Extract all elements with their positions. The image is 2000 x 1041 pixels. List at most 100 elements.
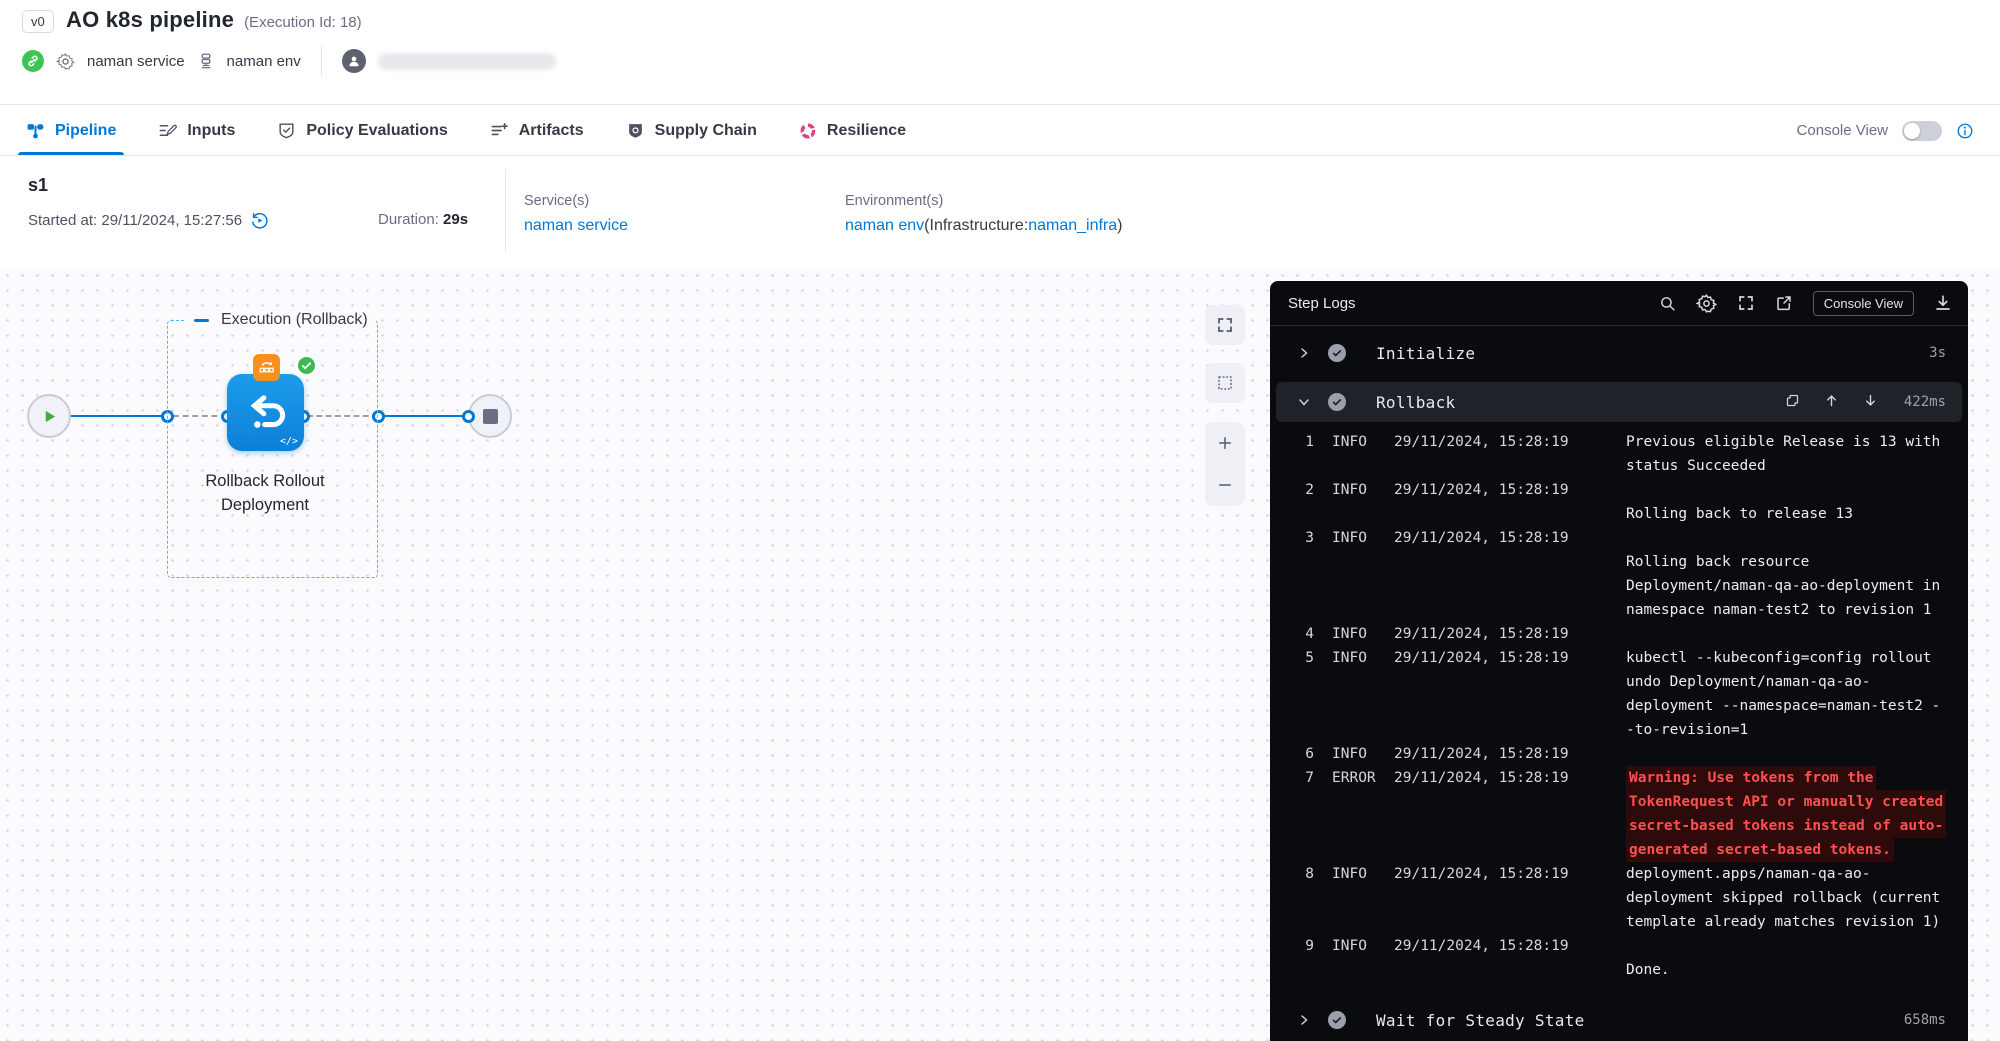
start-node[interactable] [27,394,71,438]
header: v0 AO k8s pipeline (Execution Id: 18) na… [0,0,2000,105]
tab-label: Pipeline [55,122,116,140]
title-row: AO k8s pipeline (Execution Id: 18) [66,7,362,33]
user-avatar [342,49,366,73]
stop-square-icon [483,409,498,424]
tab-pipeline[interactable]: Pipeline [26,106,116,155]
log-line: template already matches revision 1) [1298,910,1968,934]
marquee-select-button[interactable] [1205,363,1245,403]
copy-logs-icon[interactable] [1785,393,1800,412]
header-service-name[interactable]: naman service [87,53,185,70]
step-node-rollback-rollout[interactable]: </> [227,374,304,451]
execution-group-label: Execution (Rollback) [221,311,368,329]
tab-label: Policy Evaluations [306,122,447,140]
tab-bar: Pipeline Inputs Policy Evaluations Artif… [0,106,2000,156]
log-line: secret-based tokens instead of auto- [1298,814,1968,838]
step-success-badge-icon [296,355,317,376]
toggle-knob [1904,123,1920,139]
log-line: status Succeeded [1298,454,1968,478]
console-view-button[interactable]: Console View [1813,291,1914,316]
step-logs-panel: Step Logs Console View [1270,281,1968,1041]
stage-started: Started at: 29/11/2024, 15:27:56 [28,211,269,230]
page-title: AO k8s pipeline [66,7,234,33]
header-env-name[interactable]: naman env [227,53,301,70]
services-block: Service(s) naman service [524,193,628,235]
collapse-group-icon[interactable] [194,319,209,322]
tab-policy-evaluations[interactable]: Policy Evaluations [277,106,447,155]
log-line: 2INFO29/11/2024, 15:28:19 [1298,478,1968,502]
log-line: undo Deployment/naman-qa-ao- [1298,670,1968,694]
environments-label: Environment(s) [845,193,1122,209]
log-line: generated secret-based tokens. [1298,838,1968,862]
duration-label: Duration: [378,211,443,228]
log-line: 6INFO29/11/2024, 15:28:19 [1298,742,1968,766]
tab-resilience[interactable]: Resilience [799,106,906,155]
info-icon[interactable] [1956,122,1974,140]
env-link-text[interactable]: naman env [845,217,924,234]
fit-to-screen-button[interactable] [1205,305,1245,345]
log-section-rollback[interactable]: Rollback 422ms [1276,382,1962,422]
log-line: 1INFO29/11/2024, 15:28:19Previous eligib… [1298,430,1968,454]
tab-label: Supply Chain [655,122,757,140]
download-logs-icon[interactable] [1934,294,1952,312]
env-infra-prefix: (Infrastructure: [924,217,1028,234]
zoom-out-button[interactable] [1205,464,1245,506]
tab-label: Artifacts [519,122,584,140]
log-panel-actions: Console View [1659,291,1952,316]
tab-supply-chain[interactable]: Supply Chain [626,106,757,155]
zoom-controls [1205,422,1245,506]
resilience-icon [799,122,817,140]
execution-history-icon[interactable] [250,211,269,230]
tab-label: Resilience [827,122,906,140]
scroll-up-icon[interactable] [1824,393,1839,412]
header-meta-row: naman service naman env [22,48,556,74]
log-panel-title: Step Logs [1288,295,1356,312]
environment-icon [197,52,215,70]
log-section-initialize[interactable]: Initialize 3s [1276,333,1962,373]
execution-group-header: Execution (Rollback) [186,311,376,329]
inputs-icon [158,121,177,140]
search-icon[interactable] [1659,295,1676,312]
stage-duration: Duration: 29s [378,211,468,228]
log-panel-header: Step Logs Console View [1270,281,1968,326]
log-section-wait-steady-state[interactable]: Wait for Steady State 658ms [1276,1000,1962,1040]
code-glyph: </> [280,436,298,447]
infra-link-text[interactable]: naman_infra [1028,217,1117,234]
pipeline-link-icon [22,50,44,72]
chevron-right-icon[interactable] [1298,1014,1312,1026]
chevron-down-icon[interactable] [1298,396,1312,408]
log-line: 8INFO29/11/2024, 15:28:19deployment.apps… [1298,862,1968,886]
step-success-icon [1328,344,1346,362]
step-success-icon [1328,1011,1346,1029]
artifacts-icon [490,121,509,140]
console-view-toggle[interactable] [1902,121,1942,141]
scroll-down-icon[interactable] [1863,393,1878,412]
open-in-new-icon[interactable] [1775,294,1793,312]
step-label-line2: Deployment [165,493,365,517]
service-link[interactable]: naman service [524,217,628,235]
tabbar-right: Console View [1797,121,1974,141]
log-rows[interactable]: 1INFO29/11/2024, 15:28:19Previous eligib… [1270,430,1968,982]
chevron-right-icon[interactable] [1298,347,1312,359]
tab-inputs[interactable]: Inputs [158,106,235,155]
tab-label: Inputs [187,122,235,140]
environment-link[interactable]: naman env(Infrastructure:naman_infra) [845,217,1122,235]
connector-ring[interactable] [462,410,475,423]
services-label: Service(s) [524,193,628,209]
stage-name: s1 [28,175,48,196]
service-gear-icon [56,52,75,71]
execution-id: (Execution Id: 18) [244,14,362,31]
log-settings-gear-icon[interactable] [1696,293,1717,314]
tab-artifacts[interactable]: Artifacts [490,106,584,155]
zoom-in-button[interactable] [1205,422,1245,464]
log-line: Deployment/naman-qa-ao-deployment in [1298,574,1968,598]
log-line: 3INFO29/11/2024, 15:28:19 [1298,526,1968,550]
console-view-label: Console View [1797,122,1888,139]
supply-chain-shield-icon [626,121,645,140]
started-at-text: Started at: 29/11/2024, 15:27:56 [28,212,242,229]
log-line: namespace naman-test2 to revision 1 [1298,598,1968,622]
step-label-line1: Rollback Rollout [165,469,365,493]
environments-block: Environment(s) naman env(Infrastructure:… [845,193,1122,235]
pipeline-execution-page: v0 AO k8s pipeline (Execution Id: 18) na… [0,0,2000,1041]
step-node-label: Rollback Rollout Deployment [165,469,365,517]
expand-logs-icon[interactable] [1737,294,1755,312]
